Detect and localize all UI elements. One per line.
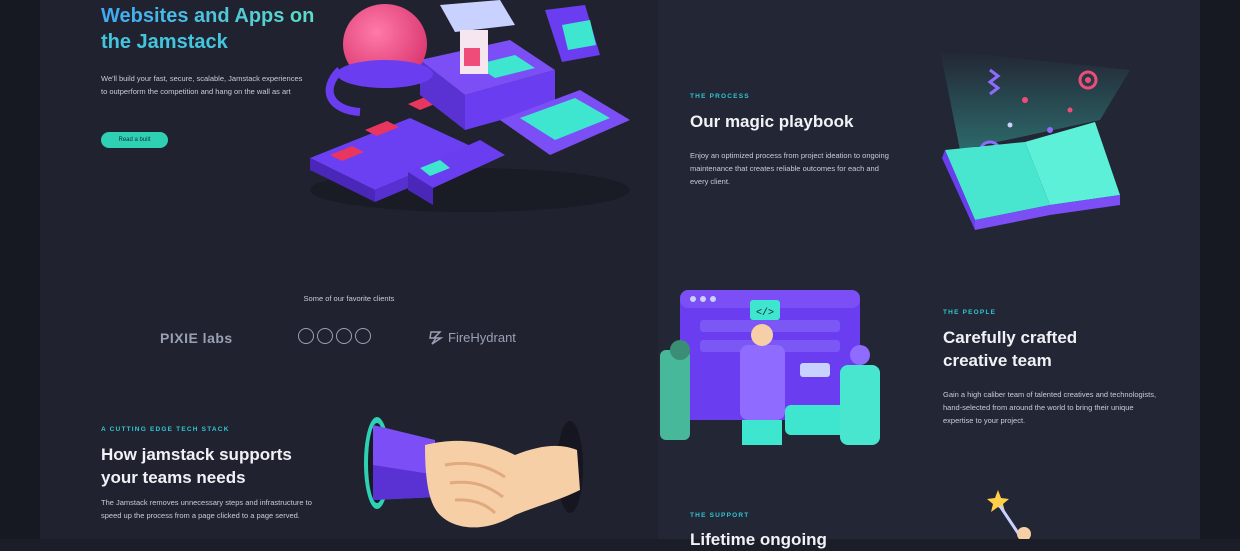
isometric-factory-illustration	[310, 0, 630, 212]
magic-book-illustration	[940, 50, 1130, 230]
client-logo-firehydrant: FireHydrant	[428, 328, 516, 348]
people-title: Carefully crafted creative team	[943, 326, 1163, 372]
page-edge-right	[1200, 0, 1240, 539]
circle-icon	[355, 328, 371, 344]
people-eyebrow: THE PEOPLE	[943, 309, 997, 316]
people-title-line2: creative team	[943, 351, 1052, 370]
clients-label: Some of our favorite clients	[303, 294, 395, 303]
support-eyebrow: THE SUPPORT	[690, 512, 750, 519]
circle-icon	[298, 328, 314, 344]
firehydrant-label: FireHydrant	[448, 330, 516, 345]
tech-title-line1: How jamstack supports	[101, 445, 292, 464]
support-wand-illustration	[987, 490, 1031, 539]
people-title-line1: Carefully crafted	[943, 328, 1078, 347]
team-collaboration-illustration: </>	[660, 290, 880, 445]
circle-icon	[317, 328, 333, 344]
handshake-illustration	[364, 417, 583, 528]
hero-description: We'll build your fast, secure, scalable,…	[101, 74, 303, 96]
client-logo-circles	[298, 328, 371, 348]
tech-title-line2: your teams needs	[101, 468, 246, 487]
process-description: Enjoy an optimized process from project …	[690, 151, 889, 186]
people-description: Gain a high caliber team of talented cre…	[943, 390, 1157, 425]
page-edge-left	[0, 0, 40, 539]
hero-cta-button[interactable]: Read a built	[101, 132, 168, 148]
tech-title: How jamstack supports your teams needs	[101, 443, 331, 489]
process-title: Our magic playbook	[690, 112, 854, 131]
code-tag-icon: </>	[756, 307, 774, 319]
process-eyebrow: THE PROCESS	[690, 93, 750, 100]
tech-eyebrow: A CUTTING EDGE TECH STACK	[101, 426, 230, 433]
tech-description: The Jamstack removes unnecessary steps a…	[101, 498, 312, 520]
client-logo-pixie-labs: PIXIE labs	[160, 330, 233, 346]
support-title: Lifetime ongoing	[690, 530, 827, 549]
firehydrant-icon	[429, 331, 444, 345]
circle-icon	[336, 328, 352, 344]
